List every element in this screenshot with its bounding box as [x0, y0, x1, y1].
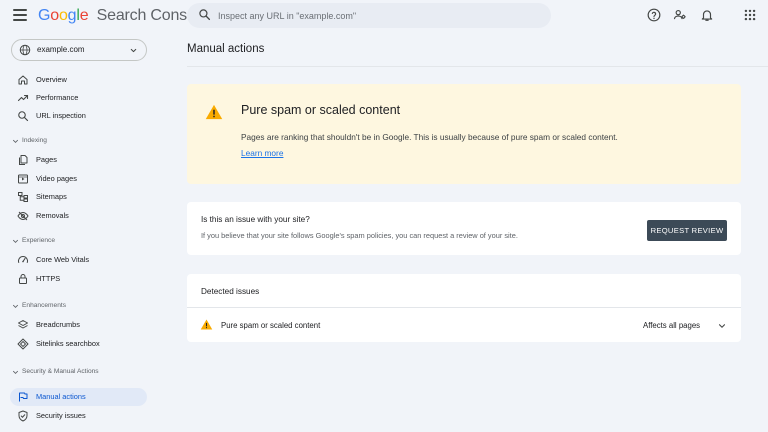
review-question: Is this an issue with your site? [201, 215, 310, 224]
sidebar-item-performance[interactable]: Performance [10, 89, 147, 107]
issue-row[interactable]: Pure spam or scaled content Affects all … [187, 308, 741, 342]
sidebar-item-manual-actions[interactable]: Manual actions [10, 388, 147, 406]
search-input[interactable] [218, 6, 538, 25]
sidebar-item-removals[interactable]: Removals [10, 207, 147, 225]
sidebar-item-sitelinks-searchbox[interactable]: Sitelinks searchbox [10, 335, 147, 353]
manage-users-icon[interactable] [673, 8, 687, 22]
flag-icon [19, 392, 28, 402]
menu-icon[interactable] [13, 9, 27, 21]
chevron-down-icon [130, 48, 137, 53]
video-pages-icon [18, 174, 28, 184]
removals-icon [17, 211, 29, 221]
search-icon [18, 111, 29, 122]
alert-title: Pure spam or scaled content [241, 103, 401, 117]
sidebar-item-https[interactable]: HTTPS [10, 270, 147, 288]
header-divider [187, 66, 768, 67]
review-card: Is this an issue with your site? If you … [187, 202, 741, 255]
diamond-icon [17, 338, 29, 350]
google-wordmark: Google [38, 7, 89, 24]
sidebar-item-pages[interactable]: Pages [10, 151, 147, 169]
review-description: If you believe that your site follows Go… [201, 231, 518, 240]
sidebar-item-sitemaps[interactable]: Sitemaps [10, 188, 147, 206]
top-bar: Google Search Console [0, 0, 768, 32]
sidebar-item-overview[interactable]: Overview [10, 71, 147, 89]
page-title: Manual actions [187, 43, 265, 55]
layers-icon [18, 320, 28, 329]
globe-icon [19, 44, 31, 56]
alert-description: Pages are ranking that shouldn't be in G… [241, 132, 618, 142]
url-inspection-search[interactable] [187, 3, 551, 28]
property-selector[interactable]: example.com [11, 39, 147, 61]
issue-name: Pure spam or scaled content [221, 321, 321, 330]
learn-more-link[interactable]: Learn more [241, 148, 283, 158]
sidebar-item-video-pages[interactable]: Video pages [10, 170, 147, 188]
sidebar-item-url-inspection[interactable]: URL inspection [10, 107, 147, 125]
trending-up-icon [17, 94, 29, 102]
sidebar-item-security-issues[interactable]: Security issues [10, 407, 147, 425]
chevron-down-icon [13, 304, 18, 308]
chevron-down-icon[interactable] [717, 321, 727, 331]
speed-icon [18, 256, 28, 263]
sidebar-item-core-web-vitals[interactable]: Core Web Vitals [10, 251, 147, 269]
request-review-button[interactable]: REQUEST REVIEW [647, 220, 727, 241]
home-icon [18, 75, 28, 85]
chevron-down-icon [13, 370, 18, 374]
warning-icon [205, 104, 223, 120]
detected-issues-heading: Detected issues [201, 287, 260, 296]
chevron-down-icon [13, 139, 18, 143]
warning-icon [200, 319, 213, 330]
detected-issues-card: Detected issues Pure spam or scaled cont… [187, 274, 741, 342]
notifications-icon[interactable] [700, 8, 714, 22]
manual-action-alert: Pure spam or scaled content Pages are ra… [187, 84, 741, 184]
chevron-down-icon [13, 239, 18, 243]
sidebar-item-breadcrumbs[interactable]: Breadcrumbs [10, 316, 147, 334]
search-icon [199, 9, 211, 21]
issue-scope: Affects all pages [643, 321, 701, 330]
pages-icon [19, 155, 28, 165]
shield-icon [18, 410, 28, 422]
lock-icon [19, 274, 27, 284]
app-logo[interactable]: Google Search Console [38, 7, 208, 25]
property-name: example.com [37, 45, 85, 54]
sitemaps-icon [18, 192, 28, 202]
help-icon[interactable] [647, 8, 661, 22]
apps-icon[interactable] [743, 8, 757, 22]
